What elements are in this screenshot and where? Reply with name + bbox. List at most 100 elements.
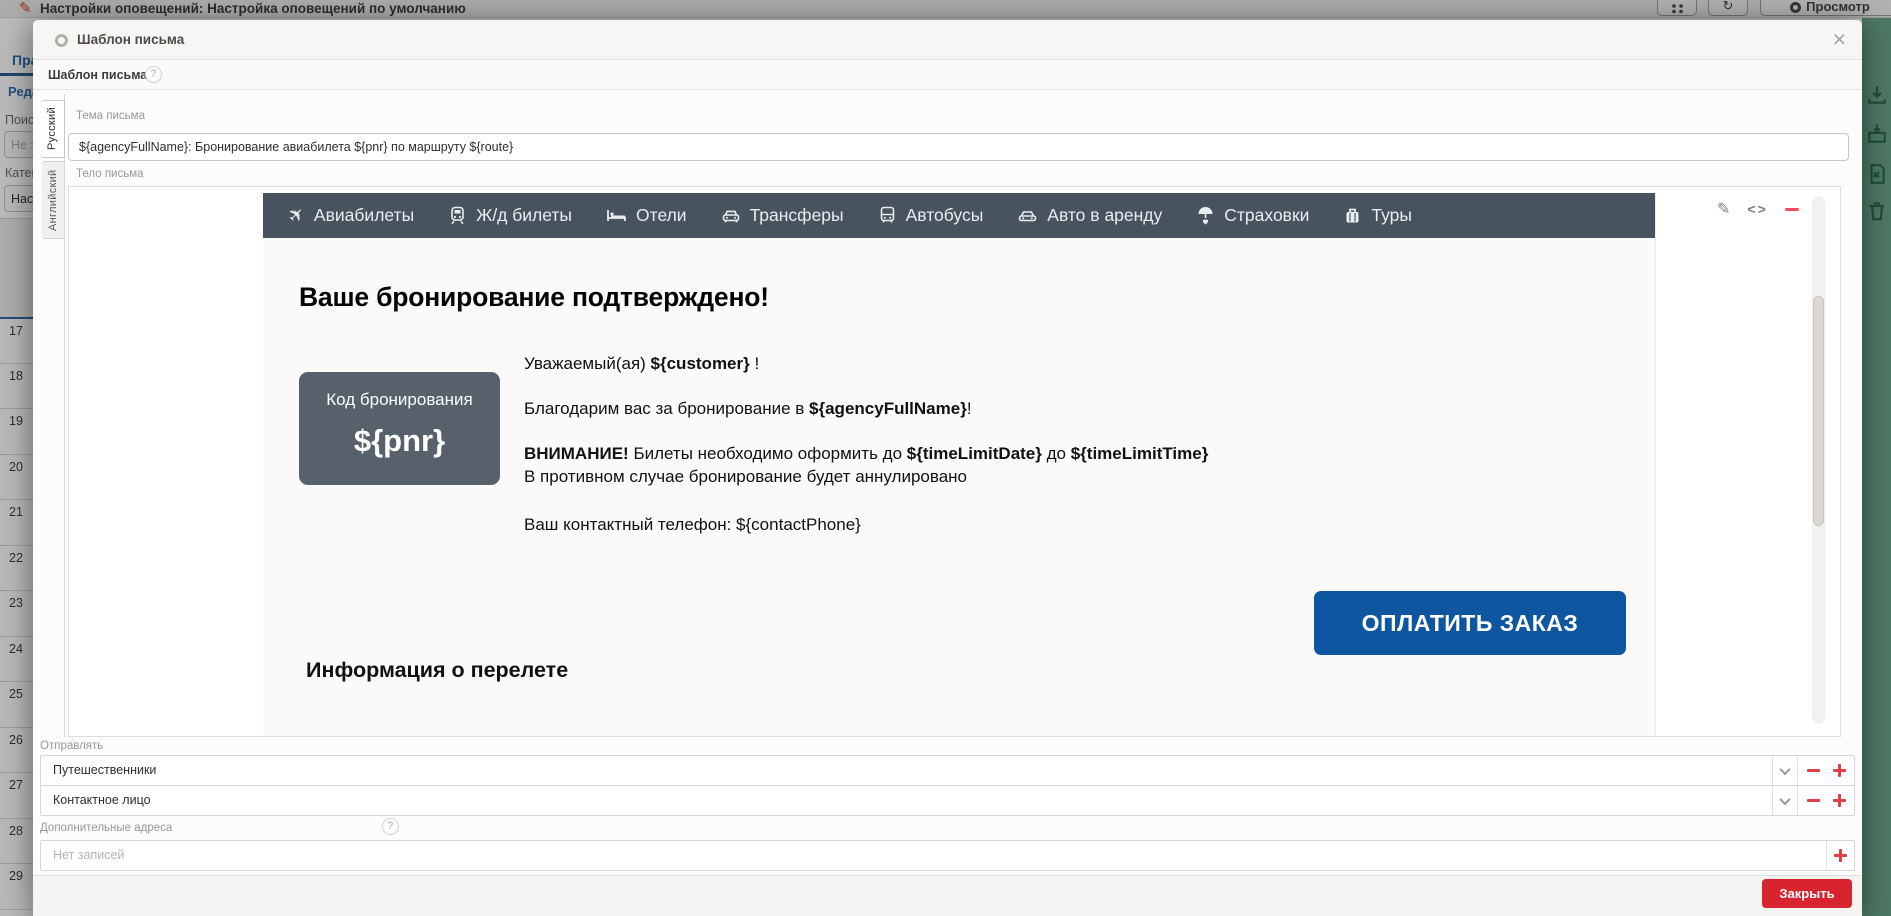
nav-item-buses[interactable]: Автобусы	[878, 205, 984, 226]
car-icon	[1017, 206, 1038, 225]
row-number: 21	[0, 499, 34, 545]
preview-button[interactable]: Просмотр	[1760, 0, 1891, 16]
background-edit-link[interactable]: Реда	[8, 84, 34, 99]
subject-input[interactable]	[68, 133, 1849, 161]
nav-item-avia[interactable]: ✈ Авиабилеты	[289, 204, 414, 227]
dialog-title: Шаблон письма	[77, 32, 184, 47]
table-row-numbers: 17 18 19 20 21 22 23 24 25 26 27 28 29 3…	[0, 317, 34, 916]
close-button[interactable]: Закрыть	[1762, 879, 1852, 908]
row-number: 27	[0, 772, 34, 818]
email-template-dialog: Шаблон письма × Шаблон письма ? Русский …	[33, 20, 1862, 916]
language-tab-label: Русский	[46, 108, 58, 151]
additional-addresses-row[interactable]: Нет записей	[40, 840, 1855, 871]
table-header-area	[0, 218, 34, 317]
trash-icon[interactable]	[1866, 200, 1888, 222]
add-row-icon[interactable]	[1833, 794, 1846, 807]
nav-item-label: Ж/д билеты	[476, 205, 572, 226]
email-body-editor[interactable]: ✈ Авиабилеты Ж/д билеты	[68, 186, 1841, 737]
row-number: 28	[0, 818, 34, 864]
bed-icon	[606, 206, 627, 225]
import-box-icon[interactable]	[1866, 123, 1888, 145]
send-row-value[interactable]: Путешественники	[41, 756, 1772, 785]
help-icon[interactable]: ?	[382, 818, 399, 835]
warning-line-2: В противном случае бронирование будет ан…	[524, 467, 967, 487]
background-window-title: Настройки оповещений: Настройка оповещен…	[40, 1, 466, 16]
background-side-panel: Пра Реда Поис Не з Катег Нас 17 18 19 20…	[0, 18, 34, 916]
help-icon[interactable]: ?	[145, 66, 162, 83]
dialog-footer: Закрыть	[33, 875, 1862, 916]
preview-button-label: Просмотр	[1806, 0, 1870, 14]
row-actions	[1797, 756, 1854, 785]
email-heading: Ваше бронирование подтверждено!	[299, 282, 769, 313]
row-number: 20	[0, 454, 34, 500]
chevron-down-icon	[1779, 793, 1790, 804]
nav-item-tours[interactable]: Туры	[1343, 205, 1412, 226]
scrollbar-thumb[interactable]	[1813, 296, 1824, 526]
add-address-icon[interactable]	[1834, 849, 1847, 862]
pay-order-button[interactable]: ОПЛАТИТЬ ЗАКАЗ	[1314, 591, 1626, 655]
row-number: 23	[0, 590, 34, 636]
category-label: Катег	[5, 166, 34, 180]
refresh-icon: ↻	[1723, 0, 1734, 14]
nav-item-car-rent[interactable]: Авто в аренду	[1017, 205, 1162, 226]
send-row-travellers[interactable]: Путешественники	[40, 755, 1855, 786]
close-icon[interactable]: ×	[1833, 26, 1846, 53]
tab-email-template[interactable]: Шаблон письма	[48, 68, 147, 82]
category-input[interactable]: Нас	[4, 185, 34, 212]
row-number: 26	[0, 727, 34, 773]
nav-item-label: Автобусы	[906, 205, 984, 226]
row-number: 25	[0, 681, 34, 727]
nav-item-rail[interactable]: Ж/д билеты	[448, 205, 572, 226]
additional-addresses-placeholder[interactable]: Нет записей	[41, 841, 1826, 870]
refresh-button[interactable]: ↻	[1708, 0, 1748, 16]
plane-icon: ✈	[283, 202, 311, 230]
editor-scrollbar[interactable]	[1812, 196, 1825, 724]
remove-row-icon[interactable]	[1807, 799, 1820, 802]
train-icon	[448, 206, 467, 225]
code-view-icon[interactable]: <>	[1747, 201, 1767, 217]
send-label: Отправлять	[40, 740, 103, 752]
chevron-down-icon	[1779, 763, 1790, 774]
body-label: Тело письма	[76, 168, 144, 180]
send-row-contact[interactable]: Контактное лицо	[40, 785, 1855, 816]
nav-item-hotels[interactable]: Отели	[606, 205, 687, 226]
row-number: 22	[0, 545, 34, 591]
background-window-titlebar: ✎ Настройки оповещений: Настройка оповещ…	[0, 0, 1891, 18]
pnr-code: ${pnr}	[299, 423, 500, 459]
remove-icon[interactable]	[1785, 208, 1799, 211]
editor-toolbar: ✎ <>	[1717, 199, 1799, 219]
dialog-bullet-icon	[55, 34, 68, 47]
warning-line: ВНИМАНИЕ! Билеты необходимо оформить до …	[524, 444, 1208, 464]
background-tab[interactable]: Пра	[12, 52, 34, 68]
dropdown-toggle[interactable]	[1772, 756, 1797, 785]
edit-pencil-icon: ✎	[19, 0, 32, 17]
search-label: Поис	[5, 113, 34, 127]
nav-item-label: Отели	[636, 205, 687, 226]
add-address-cell	[1826, 841, 1854, 870]
add-row-icon[interactable]	[1833, 764, 1846, 777]
row-number: 19	[0, 408, 34, 454]
language-tab-russian[interactable]: Русский	[40, 100, 65, 158]
file-export-icon[interactable]	[1866, 163, 1888, 185]
dropdown-toggle[interactable]	[1772, 786, 1797, 815]
nav-item-transfers[interactable]: Трансферы	[721, 205, 844, 226]
row-number: 30	[0, 909, 34, 916]
luggage-icon	[1343, 206, 1362, 225]
row-number: 17	[0, 317, 34, 363]
thanks-line: Благодарим вас за бронирование в ${agenc…	[524, 399, 972, 419]
edit-icon[interactable]: ✎	[1717, 199, 1730, 219]
umbrella-icon	[1196, 206, 1215, 226]
remove-row-icon[interactable]	[1807, 769, 1820, 772]
search-input[interactable]: Не з	[4, 131, 34, 158]
grid-view-button[interactable]	[1657, 0, 1697, 16]
nav-item-insurance[interactable]: Страховки	[1196, 205, 1309, 226]
tab-underline	[0, 73, 34, 76]
download-icon[interactable]	[1866, 84, 1888, 106]
language-tab-label: Английский	[47, 169, 59, 231]
nav-item-label: Авто в аренду	[1047, 205, 1162, 226]
language-tab-english[interactable]: Английский	[42, 161, 65, 239]
send-row-value[interactable]: Контактное лицо	[41, 786, 1772, 815]
subject-label: Тема письма	[76, 110, 145, 122]
dialog-tabstrip: Шаблон письма ?	[33, 60, 1862, 90]
pnr-card: Код бронирования ${pnr}	[299, 372, 500, 485]
